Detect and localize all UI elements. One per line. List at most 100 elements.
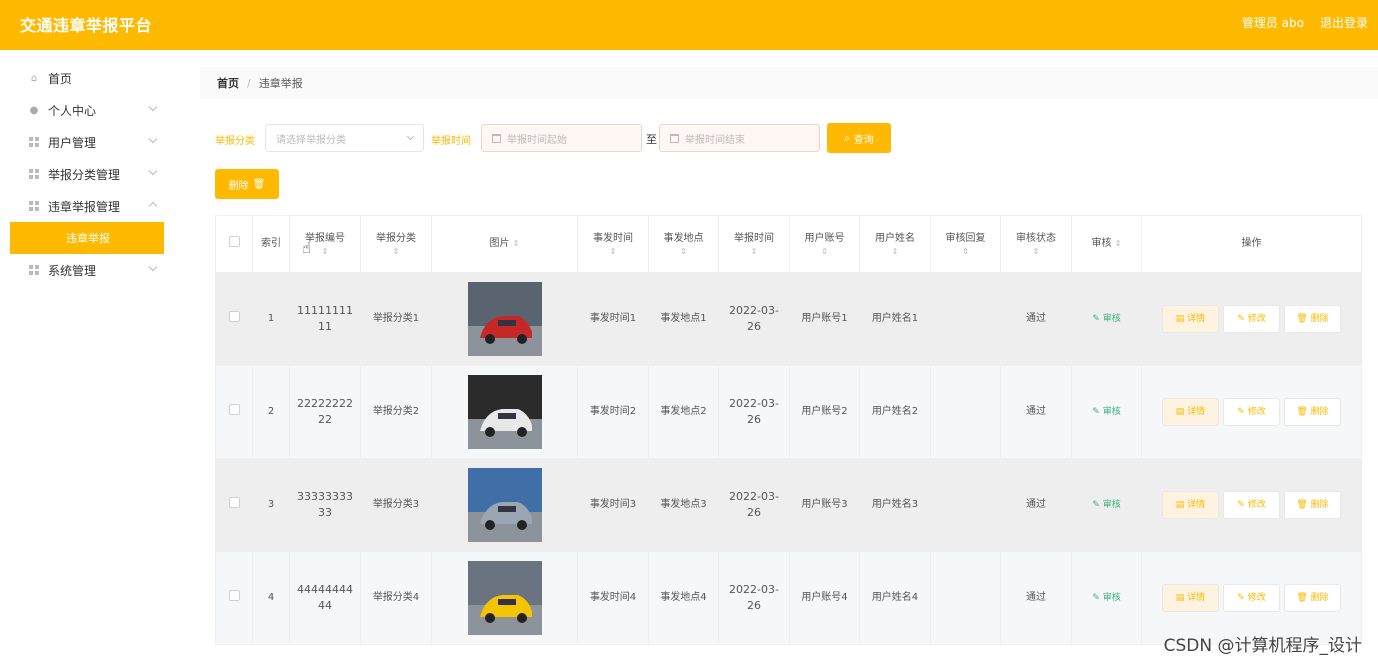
category-select[interactable]: 请选择举报分类 [265, 124, 424, 152]
sidebar-item-system[interactable]: 系统管理 [28, 258, 164, 282]
header-image-label: 图片 [489, 238, 510, 249]
cell-index: 1 [252, 272, 290, 366]
edit-button[interactable]: ✎ 修改 [1223, 305, 1280, 333]
header-account[interactable]: 用户账号 ⇕ [789, 215, 860, 273]
logout-link[interactable]: 退出登录 [1320, 14, 1368, 31]
detail-button[interactable]: ▤ 详情 [1162, 491, 1219, 519]
edit-button-label: 修改 [1247, 314, 1266, 324]
detail-button-label: 详情 [1187, 407, 1206, 417]
car-photo[interactable] [467, 282, 542, 356]
grid-icon [28, 168, 40, 180]
table-row[interactable]: 2 2222222222 举报分类2 事发时间2 事发地点2 2022-03-26 用户账号… [215, 365, 1362, 459]
row-checkbox[interactable] [228, 310, 240, 322]
row-checkbox[interactable] [228, 589, 240, 601]
header-code[interactable]: 举报编号 ⇕ [289, 215, 361, 273]
header-reply[interactable]: 审核回复 ⇕ [930, 215, 1001, 273]
header-select-all[interactable] [215, 215, 253, 273]
sidebar-item-report-category[interactable]: 举报分类管理 [28, 162, 164, 186]
sidebar-subitem-violation-report[interactable]: 违章举报 [10, 222, 164, 254]
header-name[interactable]: 用户姓名 ⇕ [859, 215, 931, 273]
sort-icon[interactable]: ⇕ [1001, 247, 1071, 257]
table-row[interactable]: 1 1111111111 举报分类1 事发时间1 事发地点1 2022-03-26 用户账号… [215, 272, 1362, 366]
row-select-cell[interactable] [215, 551, 253, 645]
sort-icon[interactable]: ⇕ [290, 247, 360, 257]
header-audit[interactable]: 审核 ⇕ [1071, 215, 1142, 273]
breadcrumb-home[interactable]: 首页 [217, 75, 239, 91]
delete-button[interactable]: 🗑 删除 [1284, 584, 1341, 612]
sort-icon[interactable]: ⇕ [719, 247, 789, 257]
cell-report-time-text: 2022-03-26 [729, 489, 779, 519]
sort-icon[interactable]: ⇕ [513, 239, 520, 248]
edit-button[interactable]: ✎ 修改 [1223, 584, 1280, 612]
row-select-cell[interactable] [215, 272, 253, 366]
watermark: CSDN @计算机程序_设计 [1163, 636, 1362, 656]
sidebar-item-users[interactable]: 用户管理 [28, 130, 164, 154]
sidebar-item-home[interactable]: ⌂ 首页 [28, 66, 164, 90]
cell-account: 用户账号2 [789, 365, 860, 459]
audit-link[interactable]: ✎ 审核 [1092, 407, 1120, 417]
delete-button[interactable]: 🗑 删除 [1284, 491, 1341, 519]
breadcrumb: 首页 / 违章举报 [200, 67, 1378, 99]
row-select-cell[interactable] [215, 365, 253, 459]
edit-button-label: 修改 [1247, 407, 1266, 417]
grid-icon [28, 264, 40, 276]
delete-button[interactable]: 🗑 删除 [1284, 305, 1341, 333]
sort-icon[interactable]: ⇕ [1115, 239, 1122, 248]
calendar-icon [492, 133, 501, 143]
sort-icon[interactable]: ⇕ [931, 247, 1000, 257]
sort-icon[interactable]: ⇕ [649, 247, 718, 257]
calendar-icon [670, 133, 679, 143]
header-image[interactable]: 图片 ⇕ [431, 215, 578, 273]
detail-button[interactable]: ▤ 详情 [1162, 584, 1219, 612]
header-event-time-label: 事发时间 [593, 233, 633, 244]
edit-button[interactable]: ✎ 修改 [1223, 491, 1280, 519]
cell-code-text: 1111111111 [297, 303, 353, 333]
cell-name: 用户姓名4 [859, 551, 931, 645]
sort-icon[interactable]: ⇕ [860, 247, 930, 257]
select-all-checkbox[interactable] [228, 235, 240, 247]
sort-icon[interactable]: ⇕ [578, 247, 648, 257]
start-date-input[interactable]: 举报时间起始 [481, 124, 642, 152]
cell-code: 2222222222 [289, 365, 361, 459]
user-icon: ● [29, 104, 39, 116]
header-status[interactable]: 审核状态 ⇕ [1000, 215, 1072, 273]
end-date-input[interactable]: 举报时间结束 [659, 124, 820, 152]
header-category[interactable]: 举报分类 ⇕ [360, 215, 432, 273]
detail-button-label: 详情 [1187, 314, 1206, 324]
doc-icon: ▤ [1175, 593, 1188, 603]
sort-icon[interactable]: ⇕ [361, 247, 431, 257]
sidebar-item-profile[interactable]: ● 个人中心 [28, 98, 164, 122]
chevron-down-icon [148, 134, 158, 144]
delete-button-label: 删除 [1310, 500, 1329, 510]
edit-button[interactable]: ✎ 修改 [1223, 398, 1280, 426]
cell-ops: ▤ 详情 ✎ 修改 🗑 删除 [1141, 365, 1362, 459]
cell-event-place: 事发地点2 [648, 365, 719, 459]
batch-delete-button[interactable]: 删除 🗑 [215, 169, 279, 199]
header-report-time[interactable]: 举报时间 ⇕ [718, 215, 790, 273]
delete-button[interactable]: 🗑 删除 [1284, 398, 1341, 426]
doc-icon: ▤ [1175, 500, 1188, 510]
cell-event-time: 事发时间1 [577, 272, 649, 366]
audit-link[interactable]: ✎ 审核 [1092, 593, 1120, 603]
row-select-cell[interactable] [215, 458, 253, 552]
sidebar-item-label: 用户管理 [48, 135, 97, 150]
car-photo[interactable] [467, 375, 542, 449]
audit-link[interactable]: ✎ 审核 [1092, 500, 1120, 510]
cell-report-time-text: 2022-03-26 [729, 303, 779, 333]
sidebar-item-violation-report[interactable]: 违章举报管理 [28, 194, 164, 218]
header-event-place[interactable]: 事发地点 ⇕ [648, 215, 719, 273]
edit-icon: ✎ [1237, 407, 1248, 417]
edit-icon: ✎ [1092, 500, 1103, 510]
cell-category: 举报分类1 [360, 272, 432, 366]
detail-button[interactable]: ▤ 详情 [1162, 398, 1219, 426]
row-checkbox[interactable] [228, 403, 240, 415]
car-photo[interactable] [467, 561, 542, 635]
row-checkbox[interactable] [228, 496, 240, 508]
audit-link[interactable]: ✎ 审核 [1092, 314, 1120, 324]
sort-icon[interactable]: ⇕ [790, 247, 859, 257]
header-event-time[interactable]: 事发时间 ⇕ [577, 215, 649, 273]
search-button[interactable]: ⌕ 查询 [827, 123, 891, 153]
table-row[interactable]: 3 3333333333 举报分类3 事发时间3 事发地点3 2022-03-26 用户账号… [215, 458, 1362, 552]
car-photo[interactable] [467, 468, 542, 542]
detail-button[interactable]: ▤ 详情 [1162, 305, 1219, 333]
